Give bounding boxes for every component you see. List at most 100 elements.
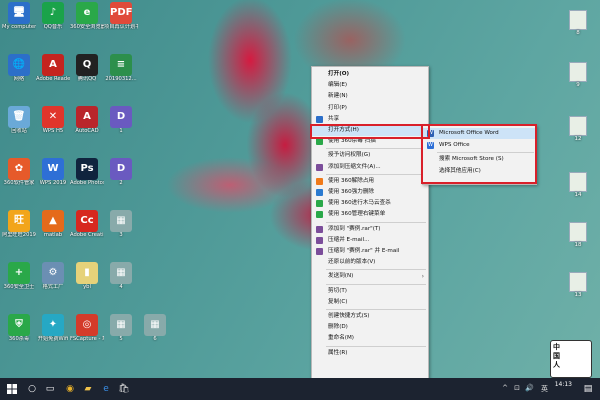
desktop-icon[interactable]: +360安全卫士 — [2, 262, 36, 302]
highlight-box-open-with — [310, 124, 430, 139]
desktop-icon[interactable]: ▦ 4 — [104, 262, 138, 302]
menu-item[interactable]: 剪切(T) — [312, 286, 428, 297]
zip-icon — [316, 225, 323, 233]
desktop-icon[interactable]: ▦ 3 — [104, 210, 138, 250]
desktop-icon[interactable]: ▦ 5 — [104, 314, 138, 354]
desktop-icon-label: 9 — [576, 82, 580, 88]
menu-item-label: 打开(O) — [328, 71, 350, 77]
zip-icon — [316, 163, 323, 171]
notification-icon[interactable]: ▤ — [580, 381, 596, 397]
desktop-icon[interactable]: 🗑 回收站 — [2, 106, 36, 146]
desktop-icon-label: 12 — [574, 136, 582, 142]
desktop-icon-label: 2 — [119, 180, 123, 186]
file-thumbnail-icon — [569, 272, 587, 292]
desktop-icon[interactable]: 🌐 网络 — [2, 54, 36, 94]
app-icon: ▲ — [42, 210, 64, 232]
tray-volume-icon[interactable]: 🔊 — [525, 384, 534, 392]
app-icon: e — [76, 2, 98, 24]
menu-item[interactable]: 新建(N) — [312, 91, 428, 102]
menu-item[interactable]: 授予访问权限(G)› — [312, 150, 428, 161]
desktop-icon-label: 4 — [119, 284, 123, 290]
desktop-file-icon[interactable]: 13 — [565, 272, 591, 302]
desktop-icon[interactable]: ⛨ 360杀毒 — [2, 314, 36, 354]
menu-item[interactable]: 打开(O) — [312, 69, 428, 80]
menu-item[interactable]: 创建快捷方式(S) — [312, 311, 428, 322]
tray-network-icon[interactable]: ⊡ — [514, 384, 520, 392]
tray-ime-icon[interactable]: 英 — [541, 384, 548, 394]
menu-item-label: 创建快捷方式(S) — [328, 313, 370, 319]
task-view-icon[interactable]: ▭ — [42, 381, 58, 397]
desktop-icon-label: ybl — [83, 284, 91, 290]
menu-item-label: 使用 360强力删除 — [328, 189, 375, 195]
desktop-icon[interactable]: Q 腾讯QQ — [70, 54, 104, 94]
desktop-icon[interactable]: ▲ matlab — [36, 210, 70, 250]
file-thumbnail-icon — [569, 62, 587, 82]
menu-item[interactable]: 重命名(M) — [312, 333, 428, 344]
app-icon: PDF — [110, 2, 132, 24]
taskbar-app-chrome-icon[interactable]: ◉ — [62, 381, 78, 397]
app-icon: ▦ — [110, 210, 132, 232]
menu-item[interactable]: 复制(C) — [312, 297, 428, 308]
desktop-icon[interactable]: PDF 项目再认计划书 — [104, 2, 138, 42]
desktop-icon[interactable]: e 360安全浏览器 — [70, 2, 104, 42]
file-thumbnail-icon — [569, 172, 587, 192]
desktop-icon[interactable]: ≡ 20190312... — [104, 54, 138, 94]
desktop-file-icon[interactable]: 12 — [565, 116, 591, 146]
desktop-icon[interactable]: ▦ 6 — [138, 314, 172, 354]
menu-item-label: 使用 360杀毒 扫描 — [328, 138, 376, 145]
tray-chevron-icon[interactable]: ^ — [502, 384, 508, 392]
menu-item[interactable]: 使用 360管理右键菜单 — [312, 209, 428, 220]
desktop-icon-label: 3 — [119, 232, 123, 238]
desktop-icon[interactable]: PsAdobe Photosh... — [70, 158, 104, 198]
menu-item[interactable]: 删除(D) — [312, 322, 428, 333]
taskbar-app-edge-icon[interactable]: e — [98, 381, 114, 397]
desktop-icon[interactable]: ♪ QQ音乐 — [36, 2, 70, 42]
menu-item[interactable]: 使用 360解除占用 — [312, 176, 428, 187]
360-icon — [316, 200, 323, 208]
desktop-icon[interactable]: ✿ 360软件管家 — [2, 158, 36, 198]
menu-item-label: 使用 360管理右键菜单 — [328, 211, 386, 218]
desktop-icon[interactable]: ✦ 开始免费Wifi — [36, 314, 70, 354]
app-icon: ▦ — [110, 314, 132, 336]
desktop-icon-label: 14 — [574, 192, 582, 198]
clock[interactable]: 14:13 — [555, 381, 572, 389]
menu-item[interactable]: 添加到 "赛例.rar"(T) — [312, 224, 428, 235]
desktop[interactable]: 🖥 My computer ♪ QQ音乐 e 360安全浏览器 PDF 项目再认计划书 🌐 网络 A… — [0, 0, 600, 378]
app-icon: ▮ — [76, 262, 98, 284]
menu-item[interactable]: 压缩并 E-mail... — [312, 235, 428, 246]
desktop-icon[interactable]: ✕ WPS H5 — [36, 106, 70, 146]
menu-item[interactable]: 编辑(E) — [312, 80, 428, 91]
desktop-icon[interactable]: AAdobe Reader XI — [36, 54, 70, 94]
desktop-icon[interactable]: CcAdobe Creati... — [70, 210, 104, 250]
menu-item[interactable]: 使用 360强力删除 — [312, 187, 428, 198]
menu-item[interactable]: 压缩到 "赛例.rar" 并 E-mail — [312, 246, 428, 257]
desktop-icon[interactable]: D1 — [104, 106, 138, 146]
desktop-icon[interactable]: 旺阿里旺旺2019 — [2, 210, 36, 250]
desktop-icon[interactable]: A AutoCAD — [70, 106, 104, 146]
desktop-file-icon[interactable]: 8 — [565, 10, 591, 40]
taskbar-app-folder-icon[interactable]: ▰ — [80, 381, 96, 397]
app-icon: 🗑 — [8, 106, 30, 128]
desktop-icon[interactable]: W WPS 2019 — [36, 158, 70, 198]
taskbar-search-icon[interactable]: ○ — [24, 381, 40, 397]
menu-item[interactable]: 发送到(N) › — [312, 271, 428, 282]
desktop-icon[interactable]: ⚙ 格式工厂 — [36, 262, 70, 302]
menu-item[interactable]: 还原以前的版本(V) — [312, 257, 428, 268]
menu-item[interactable]: 打印(P) — [312, 103, 428, 114]
taskbar-app-store-icon[interactable]: 🛍 — [116, 381, 132, 397]
menu-item[interactable]: 属性(R) — [312, 348, 428, 359]
start-button[interactable] — [4, 381, 20, 397]
desktop-icon[interactable]: ▮ ybl — [70, 262, 104, 302]
menu-item[interactable]: 添加到压缩文件(A)... — [312, 162, 428, 173]
desktop-icon[interactable]: ◎FSCapture - 草文快速 — [70, 314, 104, 354]
desktop-icon[interactable]: 🖥 My computer — [2, 2, 36, 42]
menu-item-label: 编辑(E) — [328, 82, 348, 89]
menu-item[interactable]: 使用 360进行木马云查杀 — [312, 198, 428, 209]
desktop-icon-label: 8 — [576, 30, 580, 36]
desktop-icon[interactable]: D2 — [104, 158, 138, 198]
menu-separator — [326, 269, 426, 271]
app-icon: Ps — [76, 158, 98, 180]
desktop-file-icon[interactable]: 9 — [565, 62, 591, 92]
desktop-file-icon[interactable]: 14 — [565, 172, 591, 202]
desktop-file-icon[interactable]: 18 — [565, 222, 591, 252]
